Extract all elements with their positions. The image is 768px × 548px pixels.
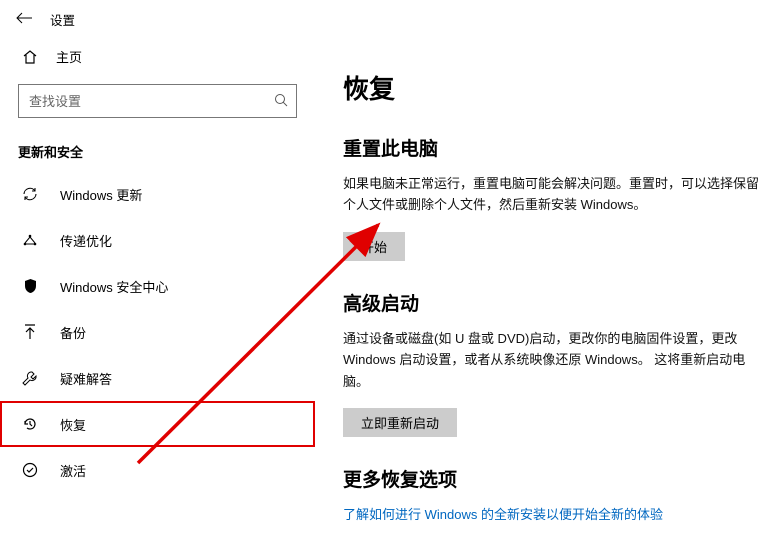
fresh-install-link[interactable]: 了解如何进行 Windows 的全新安装以便开始全新的体验	[343, 504, 768, 523]
home-icon	[22, 50, 38, 64]
check-circle-icon	[22, 462, 38, 478]
sidebar-item-troubleshoot[interactable]: 疑难解答	[0, 355, 315, 401]
sidebar-item-label: 传递优化	[60, 231, 112, 250]
advanced-startup-heading: 高级启动	[343, 289, 768, 316]
sidebar-item-label: Windows 安全中心	[60, 277, 168, 296]
reset-pc-heading: 重置此电脑	[343, 134, 768, 161]
sidebar-item-label: 备份	[60, 323, 86, 342]
sidebar-item-delivery-optimization[interactable]: 传递优化	[0, 217, 315, 263]
sidebar-item-label: Windows 更新	[60, 185, 142, 204]
reset-start-button[interactable]: 开始	[343, 232, 405, 261]
wrench-icon	[22, 370, 38, 386]
sidebar-item-recovery[interactable]: 恢复	[0, 401, 315, 447]
restart-now-button[interactable]: 立即重新启动	[343, 408, 457, 437]
search-input[interactable]	[27, 93, 253, 110]
sync-icon	[22, 186, 38, 202]
sidebar: 主页 更新和安全 Windows 更新 传递优化 Windows 安	[0, 39, 315, 548]
sidebar-item-windows-security[interactable]: Windows 安全中心	[0, 263, 315, 309]
backup-icon	[22, 324, 38, 340]
sidebar-item-windows-update[interactable]: Windows 更新	[0, 171, 315, 217]
advanced-startup-description: 通过设备或磁盘(如 U 盘或 DVD)启动，更改你的电脑固件设置，更改Windo…	[343, 328, 768, 392]
home-button[interactable]: 主页	[0, 39, 315, 74]
reset-pc-description: 如果电脑未正常运行，重置电脑可能会解决问题。重置时，可以选择保留个人文件或删除个…	[343, 173, 768, 216]
back-button[interactable]	[16, 12, 32, 27]
sidebar-item-activation[interactable]: 激活	[0, 447, 315, 493]
page-title: 恢复	[343, 69, 768, 106]
sidebar-item-label: 恢复	[60, 415, 86, 434]
delivery-icon	[22, 232, 38, 248]
sidebar-heading: 更新和安全	[0, 136, 315, 171]
sidebar-item-label: 激活	[60, 461, 86, 480]
search-icon	[274, 93, 288, 110]
window-title: 设置	[50, 10, 75, 29]
home-label: 主页	[56, 47, 82, 66]
sidebar-item-backup[interactable]: 备份	[0, 309, 315, 355]
sidebar-item-label: 疑难解答	[60, 369, 112, 388]
search-box[interactable]	[18, 84, 297, 118]
history-icon	[22, 416, 38, 432]
content-area: 恢复 重置此电脑 如果电脑未正常运行，重置电脑可能会解决问题。重置时，可以选择保…	[315, 39, 768, 548]
shield-icon	[22, 278, 38, 294]
more-recovery-heading: 更多恢复选项	[343, 465, 768, 492]
